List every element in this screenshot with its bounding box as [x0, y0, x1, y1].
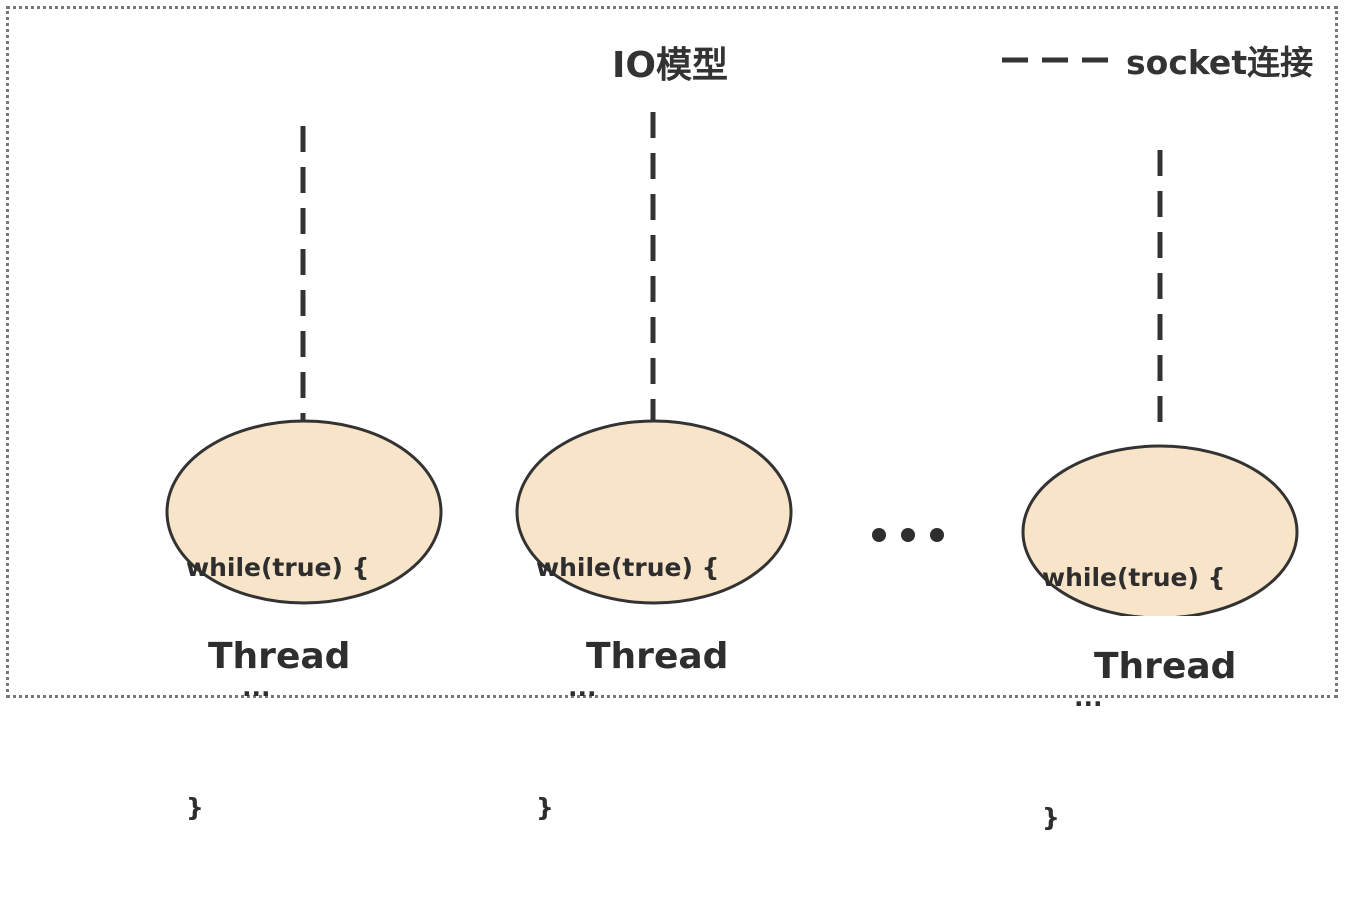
socket-connection-2: [650, 112, 656, 420]
code-line-while: while(true) {: [1042, 563, 1226, 592]
socket-connection-3: [1157, 150, 1163, 432]
code-line-while: while(true) {: [186, 553, 370, 582]
thread-label: Thread: [208, 636, 351, 677]
thread-code: while(true) { ... }: [1042, 478, 1225, 918]
thread-label: Thread: [1094, 646, 1237, 687]
code-line-close: }: [186, 793, 204, 822]
code-line-while: while(true) {: [536, 553, 720, 582]
socket-connection-1: [300, 126, 306, 422]
dashed-line-legend-icon: [1002, 57, 1118, 63]
legend-label: socket连接: [1126, 43, 1314, 82]
diagram-title: IO模型: [612, 45, 728, 86]
thread-node: while(true) { ... }: [1020, 428, 1300, 832]
thread-code: while(true) { ... }: [186, 468, 369, 908]
code-line-close: }: [536, 793, 554, 822]
thread-code: while(true) { ... }: [536, 468, 719, 908]
io-model-diagram: IO模型 socket连接 while(true) { ... } Thread…: [0, 0, 1346, 832]
thread-node: while(true) { ... }: [514, 418, 794, 822]
thread-node: while(true) { ... }: [164, 418, 444, 822]
code-line-close: }: [1042, 803, 1060, 832]
legend: socket连接: [1002, 40, 1313, 82]
thread-label: Thread: [586, 636, 729, 677]
more-threads-ellipsis-icon: [872, 528, 944, 542]
